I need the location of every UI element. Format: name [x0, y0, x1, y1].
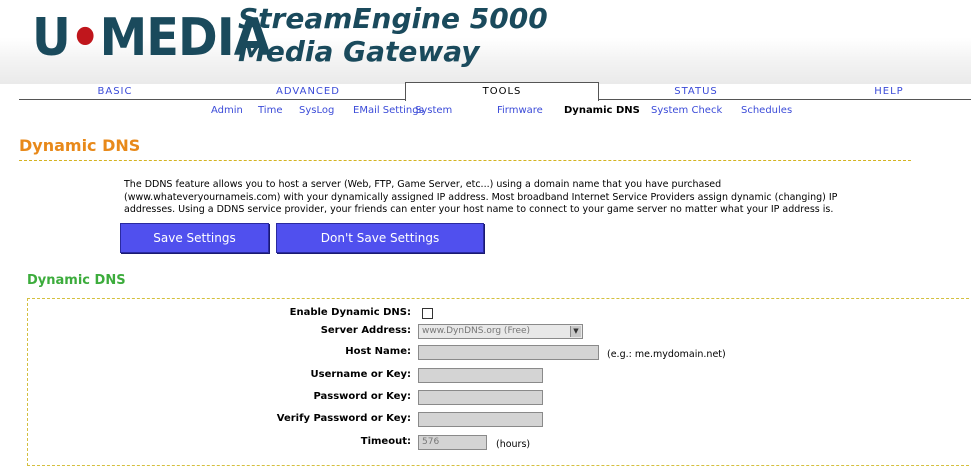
intro-text: The DDNS feature allows you to host a se…	[124, 179, 944, 217]
subnav-time[interactable]: Time	[258, 105, 282, 116]
server-address-value: www.DynDNS.org (Free)	[422, 326, 531, 336]
tab-basic[interactable]: BASIC	[55, 84, 175, 100]
section-title: Dynamic DNS	[27, 273, 126, 288]
logo-left: U	[32, 8, 71, 68]
logo-dash: •	[69, 8, 101, 68]
tab-tools[interactable]: TOOLS	[405, 82, 599, 101]
host-name-label: Host Name:	[345, 346, 411, 357]
tab-status[interactable]: STATUS	[636, 84, 756, 100]
password-input[interactable]	[418, 390, 543, 405]
tab-help[interactable]: HELP	[829, 84, 949, 100]
timeout-input[interactable]: 576	[418, 435, 487, 450]
subnav-schedules[interactable]: Schedules	[741, 105, 792, 116]
save-settings-button[interactable]: Save Settings	[120, 223, 269, 253]
intro-line-3: addresses. Using a DDNS service provider…	[124, 204, 834, 215]
dont-save-settings-button[interactable]: Don't Save Settings	[276, 223, 484, 253]
verify-password-input[interactable]	[418, 412, 543, 427]
subnav-firmware[interactable]: Firmware	[497, 105, 543, 116]
username-label: Username or Key:	[310, 369, 412, 380]
enable-ddns-checkbox[interactable]	[422, 308, 433, 319]
subnav-syslog[interactable]: SysLog	[299, 105, 334, 116]
timeout-hint: (hours)	[496, 439, 531, 450]
enable-ddns-label: Enable Dynamic DNS:	[289, 307, 411, 318]
umedia-logo: U•MEDIA	[32, 8, 271, 68]
title-divider	[19, 160, 911, 161]
subnav-system-check[interactable]: System Check	[651, 105, 722, 116]
server-address-label: Server Address:	[320, 325, 411, 336]
host-name-input[interactable]	[418, 345, 599, 360]
subnav-email-settings[interactable]: EMail Settings	[353, 105, 424, 116]
tab-advanced[interactable]: ADVANCED	[248, 84, 368, 100]
verify-password-label: Verify Password or Key:	[276, 413, 411, 424]
header-banner: U•MEDIA StreamEngine 5000 Media Gateway	[0, 0, 971, 84]
subnav-system[interactable]: System	[415, 105, 452, 116]
chevron-down-icon[interactable]: ▼	[570, 326, 581, 337]
product-line-1: StreamEngine 5000	[238, 2, 548, 35]
intro-line-2: (www.whateveryournameis.com) with your d…	[124, 191, 838, 203]
subnav-dynamic-dns[interactable]: Dynamic DNS	[564, 105, 640, 116]
tools-subnav: Admin Time SysLog EMail Settings System …	[0, 105, 971, 119]
username-input[interactable]	[418, 368, 543, 383]
intro-line-1: The DDNS feature allows you to host a se…	[124, 179, 722, 190]
password-label: Password or Key:	[313, 391, 411, 402]
timeout-label: Timeout:	[360, 436, 411, 447]
main-tabs: BASIC ADVANCED TOOLS STATUS HELP	[0, 82, 971, 102]
subnav-admin[interactable]: Admin	[211, 105, 243, 116]
product-line-2: Media Gateway	[238, 35, 480, 68]
product-name: StreamEngine 5000 Media Gateway	[238, 2, 548, 68]
server-address-select[interactable]: www.DynDNS.org (Free) ▼	[418, 324, 583, 339]
host-name-hint: (e.g.: me.mydomain.net)	[607, 349, 726, 360]
page-title: Dynamic DNS	[19, 136, 141, 155]
